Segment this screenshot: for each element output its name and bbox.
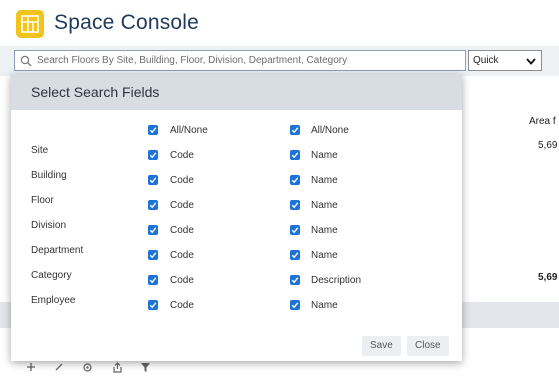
row-label-employee: Employee — [31, 295, 76, 306]
department-name-checkbox[interactable] — [290, 250, 300, 260]
export-icon[interactable] — [112, 362, 123, 376]
employee-code-label: Code — [170, 300, 194, 311]
site-code-label: Code — [170, 150, 194, 161]
select-search-fields-dialog: Select Search Fields All/None All/None S… — [11, 74, 462, 361]
building-name-label: Name — [311, 175, 338, 186]
floor-name-label: Name — [311, 200, 338, 211]
search-box[interactable] — [14, 50, 466, 71]
row-label-building: Building — [31, 170, 67, 181]
site-code-checkbox[interactable] — [148, 150, 158, 160]
search-mode-select[interactable]: Quick — [468, 50, 542, 71]
category-code-checkbox[interactable] — [148, 275, 158, 285]
employee-name-checkbox[interactable] — [290, 300, 300, 310]
building-code-label: Code — [170, 175, 194, 186]
building-name-checkbox[interactable] — [290, 175, 300, 185]
row-label-division: Division — [31, 220, 67, 231]
close-button[interactable]: Close — [407, 336, 449, 356]
row-label-department: Department — [31, 245, 84, 256]
category-description-label: Description — [311, 275, 362, 286]
app-header: Space Console — [0, 0, 559, 46]
search-icon — [20, 54, 32, 72]
area-column-header[interactable]: Area f — [529, 116, 556, 127]
employee-name-label: Name — [311, 300, 338, 311]
division-code-label: Code — [170, 225, 194, 236]
all-none-name-label: All/None — [311, 125, 349, 136]
division-name-checkbox[interactable] — [290, 225, 300, 235]
floor-name-checkbox[interactable] — [290, 200, 300, 210]
all-none-code-checkbox[interactable] — [148, 125, 158, 135]
search-mode-value: Quick — [473, 55, 499, 66]
division-name-label: Name — [311, 225, 338, 236]
division-code-checkbox[interactable] — [148, 225, 158, 235]
building-code-checkbox[interactable] — [148, 175, 158, 185]
employee-code-checkbox[interactable] — [148, 300, 158, 310]
add-icon[interactable] — [26, 362, 36, 375]
row-label-floor: Floor — [31, 195, 54, 206]
area-cell: 5,69 — [538, 140, 558, 151]
category-code-label: Code — [170, 275, 194, 286]
search-row: Quick — [0, 46, 559, 76]
dialog-title: Select Search Fields — [31, 84, 160, 100]
dialog-header: Select Search Fields — [11, 74, 462, 110]
settings-icon[interactable] — [82, 362, 93, 376]
app-logo-icon — [16, 10, 44, 38]
category-description-checkbox[interactable] — [290, 275, 300, 285]
edit-icon[interactable] — [54, 362, 64, 375]
filter-icon[interactable] — [140, 362, 151, 376]
site-name-label: Name — [311, 150, 338, 161]
save-button[interactable]: Save — [362, 336, 401, 356]
site-name-checkbox[interactable] — [290, 150, 300, 160]
all-none-name-checkbox[interactable] — [290, 125, 300, 135]
chevron-down-icon — [526, 57, 536, 68]
department-code-label: Code — [170, 250, 194, 261]
department-name-label: Name — [311, 250, 338, 261]
department-code-checkbox[interactable] — [148, 250, 158, 260]
floor-code-label: Code — [170, 200, 194, 211]
search-input[interactable] — [37, 52, 462, 69]
area-total: 5,69 — [538, 272, 558, 283]
row-label-category: Category — [31, 270, 72, 281]
row-label-site: Site — [31, 145, 49, 156]
floor-code-checkbox[interactable] — [148, 200, 158, 210]
all-none-code-label: All/None — [170, 125, 208, 136]
page-title: Space Console — [54, 11, 200, 34]
